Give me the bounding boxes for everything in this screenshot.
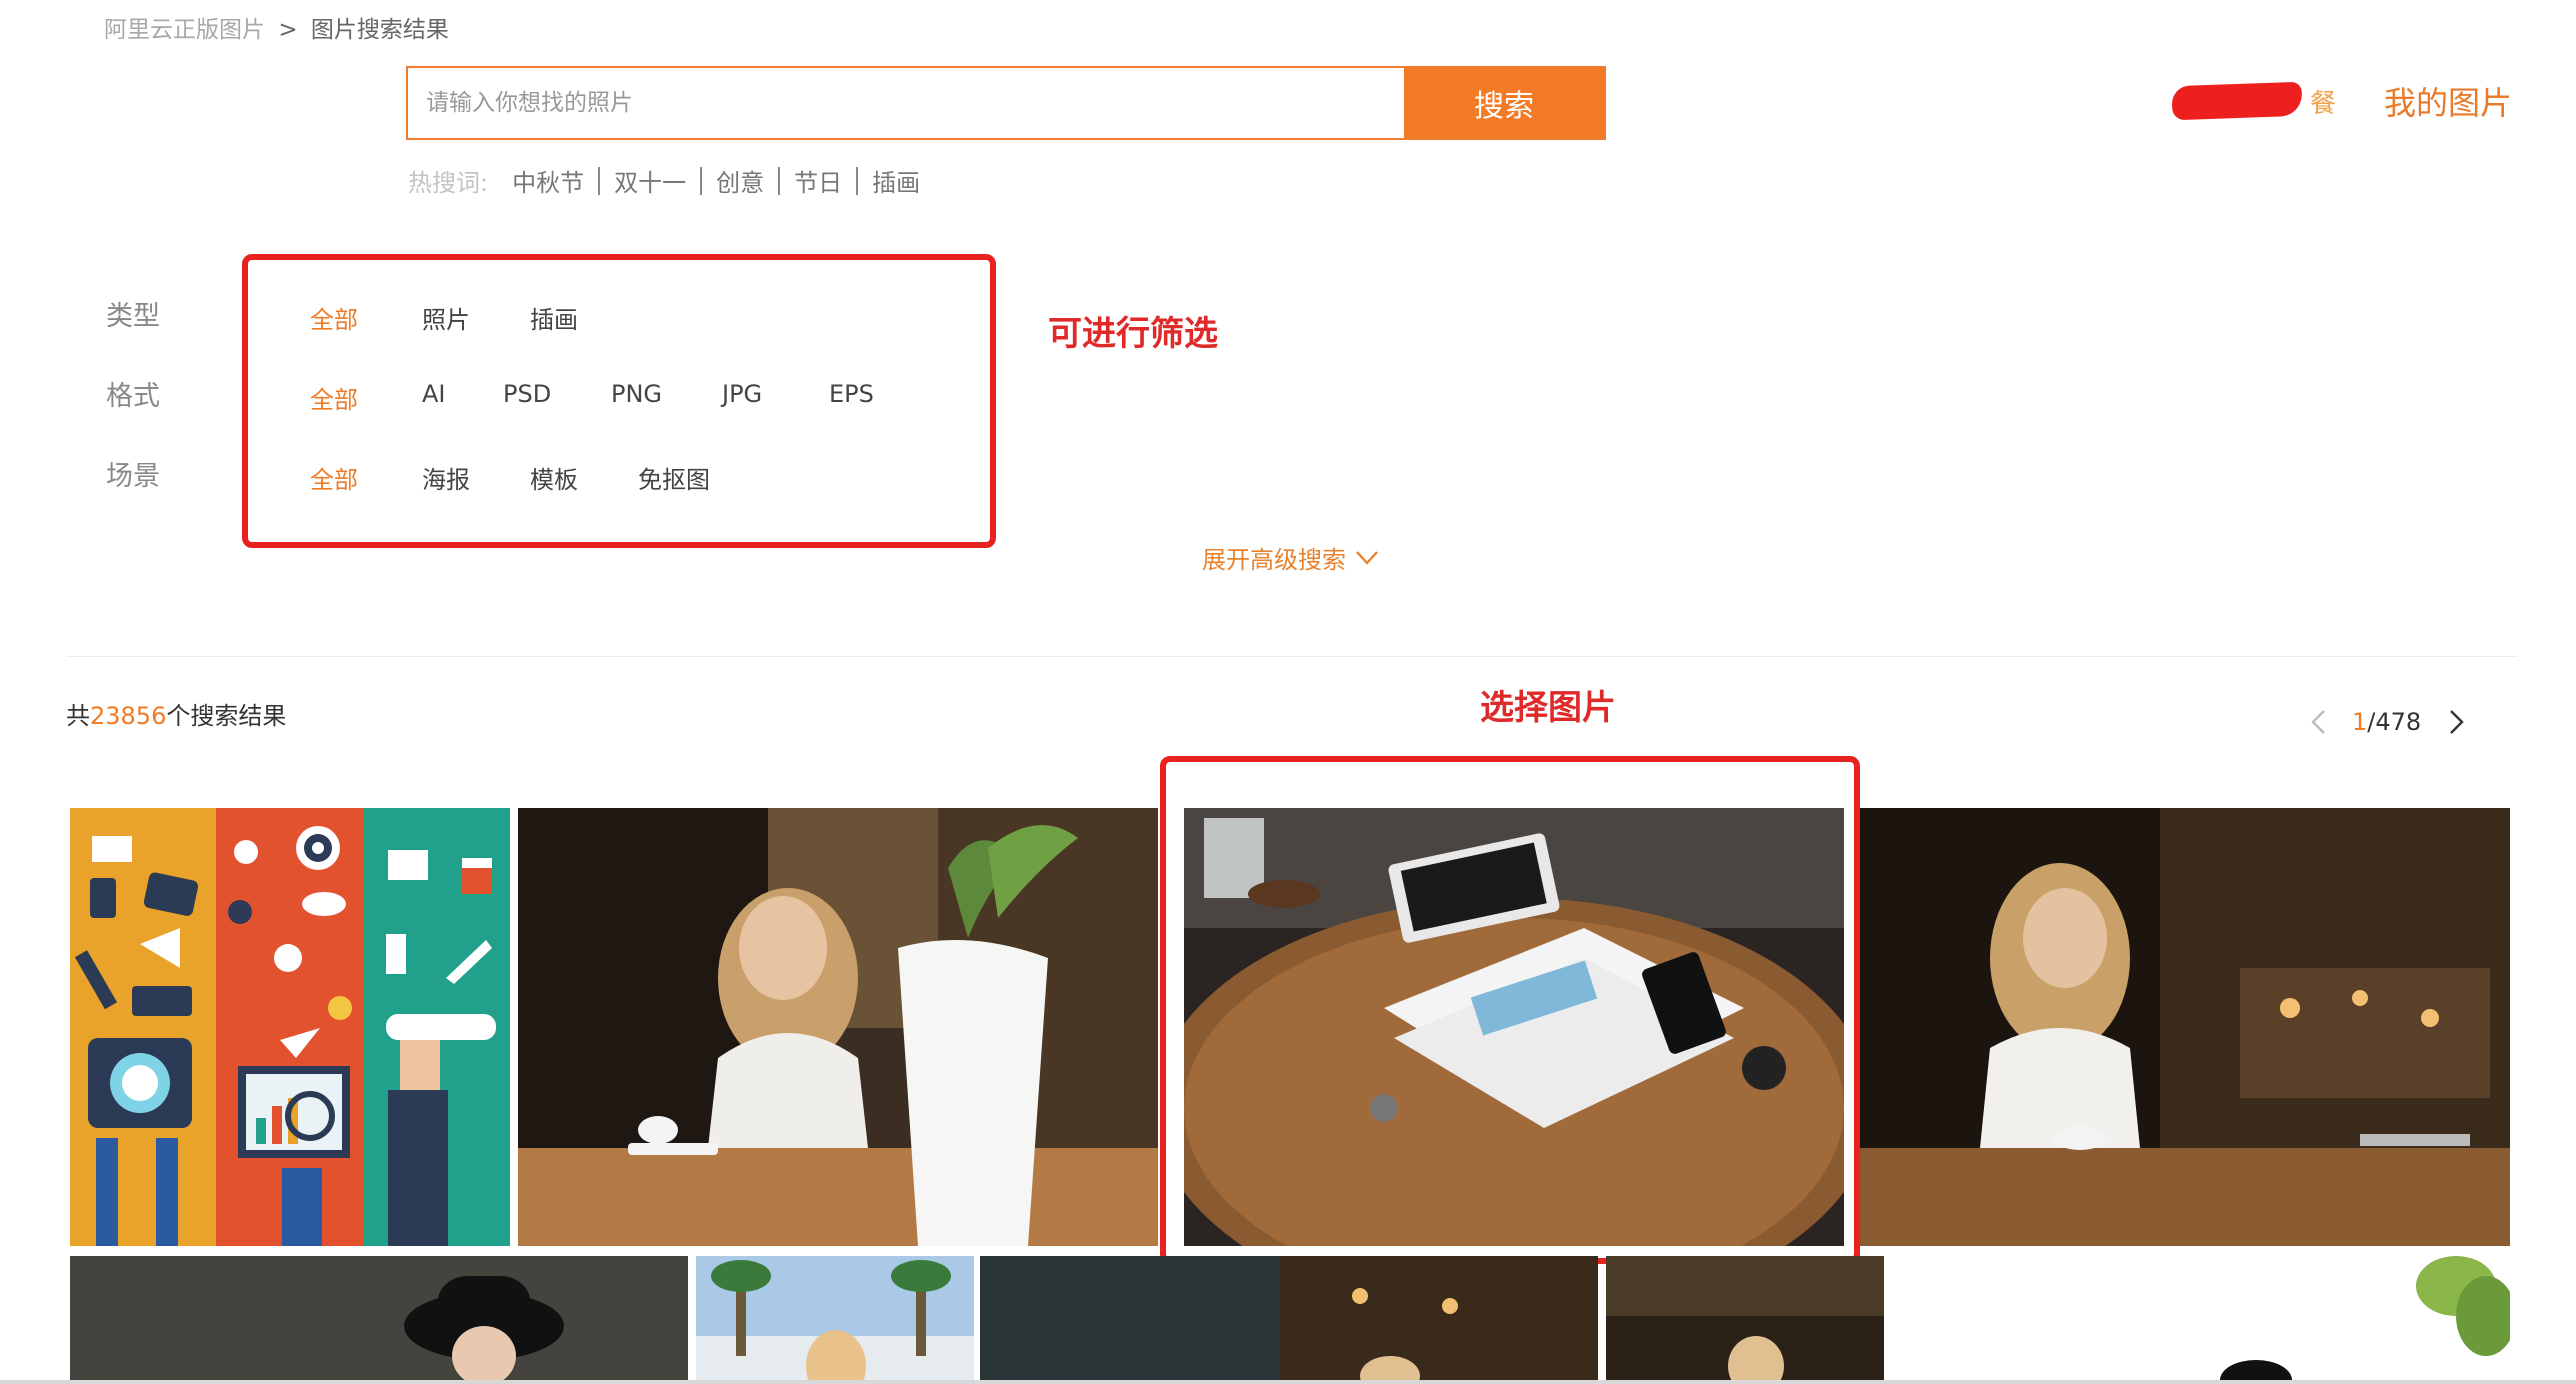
image-woman-outdoor[interactable] [696,1256,974,1380]
search-input[interactable] [408,68,1404,138]
image-woman-phone-cafe-2[interactable] [1860,808,2510,1246]
pagination: 1/478 [2310,708,2465,736]
redaction-mark [2171,81,2303,121]
chevron-left-icon [2311,710,2325,734]
hot-word-divider [700,166,703,195]
breadcrumb-separator: > [278,17,298,43]
hot-words: 热搜词: 中秋节 双十一 创意 节日 插画 [408,163,920,198]
image-woman-phone-cafe[interactable] [518,808,1158,1246]
section-divider [66,656,2518,657]
result-count-suffix: 个搜索结果 [166,702,287,730]
select-annotation-text: 选择图片 [1480,688,1616,728]
result-count-number: 23856 [90,702,167,730]
hot-word-divider [856,166,859,195]
image-infographic-illustration[interactable] [70,808,510,1246]
hot-words-label: 热搜词: [408,169,489,197]
breadcrumb-current: 图片搜索结果 [310,17,449,43]
hot-word-divider [778,166,781,195]
hot-word-link[interactable]: 双十一 [614,163,686,198]
breadcrumb-root-link[interactable]: 阿里云正版图片 [104,17,265,43]
page-bottom-edge [0,1380,2576,1384]
image-white-plant[interactable] [1896,1256,2510,1380]
next-page-button[interactable] [2449,709,2465,735]
image-woman-cafe-small[interactable] [1606,1256,1884,1380]
result-count: 共23856个搜索结果 [66,696,286,731]
hot-word-divider [598,166,601,195]
prev-page-button[interactable] [2310,709,2326,735]
hot-word-link[interactable]: 节日 [794,163,842,198]
chevron-down-icon [1356,550,1378,565]
current-page: 1 [2352,708,2368,736]
hot-word-link[interactable]: 创意 [716,163,764,198]
hot-word-link[interactable]: 插画 [872,163,920,198]
hot-word-link[interactable]: 中秋节 [512,163,584,198]
filter-label-type: 类型 [106,301,160,332]
advanced-search-label: 展开高级搜索 [1202,546,1346,574]
advanced-search-toggle[interactable]: 展开高级搜索 [1202,540,1378,575]
username-partial[interactable]: 餐 [2310,83,2336,120]
user-area: 餐 我的图片 [2171,78,2512,124]
select-annotation-box [1160,756,1860,1264]
breadcrumb: 阿里云正版图片 > 图片搜索结果 [104,10,449,44]
filter-annotation-text: 可进行筛选 [1048,314,1218,354]
search-bar: 搜索 [406,66,1606,140]
total-pages: 478 [2375,708,2422,736]
filter-annotation-box [242,254,996,548]
image-dark-cafe[interactable] [980,1256,1598,1380]
search-button[interactable]: 搜索 [1404,68,1604,138]
result-count-prefix: 共 [66,702,90,730]
page-indicator: 1/478 [2352,708,2421,736]
my-images-link[interactable]: 我的图片 [2384,78,2512,124]
filter-label-scene: 场景 [106,461,160,492]
chevron-right-icon [2450,710,2464,734]
filter-label-format: 格式 [106,381,160,412]
image-woman-hat[interactable] [70,1256,688,1380]
